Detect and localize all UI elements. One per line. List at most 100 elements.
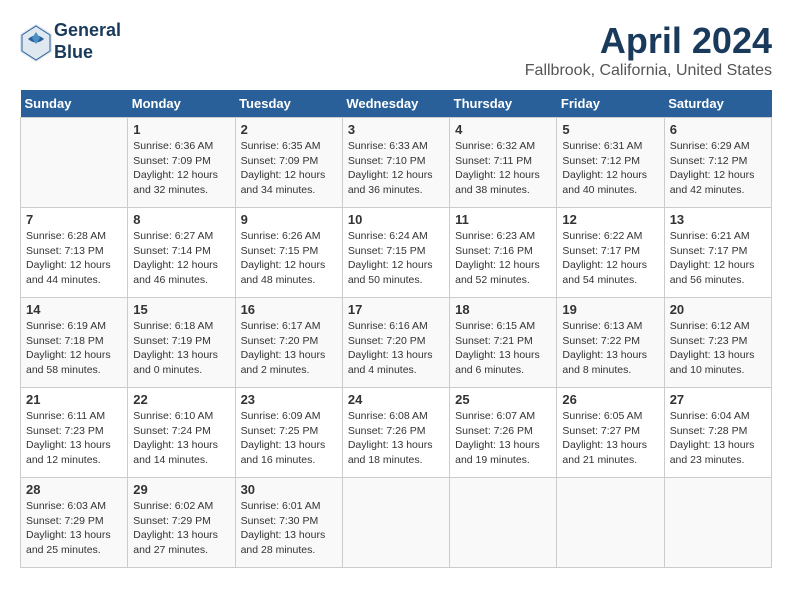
calendar-cell [557,478,664,568]
day-number: 18 [455,302,551,317]
calendar-cell: 7 Sunrise: 6:28 AMSunset: 7:13 PMDaylight… [21,208,128,298]
calendar-cell: 29Sunrise: 6:02 AMSunset: 7:29 PMDayligh… [128,478,235,568]
day-info: Sunrise: 6:32 AMSunset: 7:11 PMDaylight:… [455,139,551,198]
calendar-cell: 6 Sunrise: 6:29 AMSunset: 7:12 PMDaylight… [664,118,771,208]
day-number: 16 [241,302,337,317]
day-info: Sunrise: 6:03 AMSunset: 7:29 PMDaylight:… [26,499,122,558]
day-info: Sunrise: 6:04 AMSunset: 7:28 PMDaylight:… [670,409,766,468]
calendar-week-2: 7 Sunrise: 6:28 AMSunset: 7:13 PMDaylight… [21,208,772,298]
calendar-cell: 23 Sunrise: 6:09 AMSunset: 7:25 PMDayligh… [235,388,342,478]
calendar-cell: 1 Sunrise: 6:36 AMSunset: 7:09 PMDaylight… [128,118,235,208]
calendar-cell [450,478,557,568]
calendar-cell: 17Sunrise: 6:16 AMSunset: 7:20 PMDayligh… [342,298,449,388]
calendar-cell [21,118,128,208]
day-number: 28 [26,482,122,497]
day-number: 26 [562,392,658,407]
day-number: 2 [241,122,337,137]
header-saturday: Saturday [664,90,771,118]
day-number: 20 [670,302,766,317]
day-info: Sunrise: 6:13 AMSunset: 7:22 PMDaylight:… [562,319,658,378]
day-info: Sunrise: 6:11 AMSunset: 7:23 PMDaylight:… [26,409,122,468]
calendar-cell: 18 Sunrise: 6:15 AMSunset: 7:21 PMDayligh… [450,298,557,388]
calendar-cell: 13 Sunrise: 6:21 AMSunset: 7:17 PMDayligh… [664,208,771,298]
day-number: 14 [26,302,122,317]
header-sunday: Sunday [21,90,128,118]
calendar-cell: 30 Sunrise: 6:01 AMSunset: 7:30 PMDayligh… [235,478,342,568]
calendar-cell: 8 Sunrise: 6:27 AMSunset: 7:14 PMDaylight… [128,208,235,298]
calendar-cell: 2 Sunrise: 6:35 AMSunset: 7:09 PMDaylight… [235,118,342,208]
day-info: Sunrise: 6:17 AMSunset: 7:20 PMDaylight:… [241,319,337,378]
calendar-cell: 25 Sunrise: 6:07 AMSunset: 7:26 PMDayligh… [450,388,557,478]
calendar-cell: 15Sunrise: 6:18 AMSunset: 7:19 PMDayligh… [128,298,235,388]
day-info: Sunrise: 6:28 AMSunset: 7:13 PMDaylight:… [26,229,122,288]
day-info: Sunrise: 6:19 AMSunset: 7:18 PMDaylight:… [26,319,122,378]
day-info: Sunrise: 6:21 AMSunset: 7:17 PMDaylight:… [670,229,766,288]
header-monday: Monday [128,90,235,118]
day-info: Sunrise: 6:22 AMSunset: 7:17 PMDaylight:… [562,229,658,288]
day-info: Sunrise: 6:29 AMSunset: 7:12 PMDaylight:… [670,139,766,198]
day-info: Sunrise: 6:33 AMSunset: 7:10 PMDaylight:… [348,139,444,198]
calendar-body: 1 Sunrise: 6:36 AMSunset: 7:09 PMDaylight… [21,118,772,568]
day-info: Sunrise: 6:31 AMSunset: 7:12 PMDaylight:… [562,139,658,198]
calendar-cell: 11 Sunrise: 6:23 AMSunset: 7:16 PMDayligh… [450,208,557,298]
title-area: April 2024 Fallbrook, California, United… [525,20,772,80]
day-info: Sunrise: 6:02 AMSunset: 7:29 PMDaylight:… [133,499,229,558]
day-number: 13 [670,212,766,227]
day-number: 21 [26,392,122,407]
day-number: 10 [348,212,444,227]
calendar-cell: 20 Sunrise: 6:12 AMSunset: 7:23 PMDayligh… [664,298,771,388]
calendar-cell: 9 Sunrise: 6:26 AMSunset: 7:15 PMDaylight… [235,208,342,298]
subtitle: Fallbrook, California, United States [525,62,772,80]
day-info: Sunrise: 6:36 AMSunset: 7:09 PMDaylight:… [133,139,229,198]
header-friday: Friday [557,90,664,118]
calendar-cell: 27Sunrise: 6:04 AMSunset: 7:28 PMDayligh… [664,388,771,478]
calendar-week-3: 14 Sunrise: 6:19 AMSunset: 7:18 PMDayligh… [21,298,772,388]
logo-text: General Blue [54,20,121,63]
day-info: Sunrise: 6:18 AMSunset: 7:19 PMDaylight:… [133,319,229,378]
logo-line2: Blue [54,42,121,64]
logo-line1: General [54,20,121,42]
calendar-cell: 28 Sunrise: 6:03 AMSunset: 7:29 PMDayligh… [21,478,128,568]
day-info: Sunrise: 6:08 AMSunset: 7:26 PMDaylight:… [348,409,444,468]
calendar-cell: 22 Sunrise: 6:10 AMSunset: 7:24 PMDayligh… [128,388,235,478]
day-info: Sunrise: 6:09 AMSunset: 7:25 PMDaylight:… [241,409,337,468]
day-info: Sunrise: 6:07 AMSunset: 7:26 PMDaylight:… [455,409,551,468]
day-number: 8 [133,212,229,227]
logo: General Blue [20,20,121,63]
page-header: General Blue April 2024 Fallbrook, Calif… [20,20,772,80]
day-number: 22 [133,392,229,407]
calendar-cell [342,478,449,568]
day-info: Sunrise: 6:23 AMSunset: 7:16 PMDaylight:… [455,229,551,288]
day-info: Sunrise: 6:15 AMSunset: 7:21 PMDaylight:… [455,319,551,378]
day-number: 24 [348,392,444,407]
day-number: 11 [455,212,551,227]
day-number: 19 [562,302,658,317]
calendar-header-row: SundayMondayTuesdayWednesdayThursdayFrid… [21,90,772,118]
day-number: 17 [348,302,444,317]
day-info: Sunrise: 6:26 AMSunset: 7:15 PMDaylight:… [241,229,337,288]
logo-icon [20,24,50,59]
calendar-cell: 5Sunrise: 6:31 AMSunset: 7:12 PMDaylight… [557,118,664,208]
day-info: Sunrise: 6:24 AMSunset: 7:15 PMDaylight:… [348,229,444,288]
day-info: Sunrise: 6:12 AMSunset: 7:23 PMDaylight:… [670,319,766,378]
calendar-cell: 16 Sunrise: 6:17 AMSunset: 7:20 PMDayligh… [235,298,342,388]
day-info: Sunrise: 6:01 AMSunset: 7:30 PMDaylight:… [241,499,337,558]
header-wednesday: Wednesday [342,90,449,118]
day-number: 23 [241,392,337,407]
calendar-week-1: 1 Sunrise: 6:36 AMSunset: 7:09 PMDaylight… [21,118,772,208]
calendar-cell: 4Sunrise: 6:32 AMSunset: 7:11 PMDaylight… [450,118,557,208]
calendar-cell: 14 Sunrise: 6:19 AMSunset: 7:18 PMDayligh… [21,298,128,388]
day-info: Sunrise: 6:35 AMSunset: 7:09 PMDaylight:… [241,139,337,198]
day-info: Sunrise: 6:27 AMSunset: 7:14 PMDaylight:… [133,229,229,288]
calendar-cell [664,478,771,568]
day-number: 7 [26,212,122,227]
day-number: 1 [133,122,229,137]
day-info: Sunrise: 6:10 AMSunset: 7:24 PMDaylight:… [133,409,229,468]
day-number: 6 [670,122,766,137]
day-number: 9 [241,212,337,227]
calendar-cell: 24 Sunrise: 6:08 AMSunset: 7:26 PMDayligh… [342,388,449,478]
day-number: 25 [455,392,551,407]
calendar-cell: 10 Sunrise: 6:24 AMSunset: 7:15 PMDayligh… [342,208,449,298]
day-number: 30 [241,482,337,497]
main-title: April 2024 [525,20,772,62]
